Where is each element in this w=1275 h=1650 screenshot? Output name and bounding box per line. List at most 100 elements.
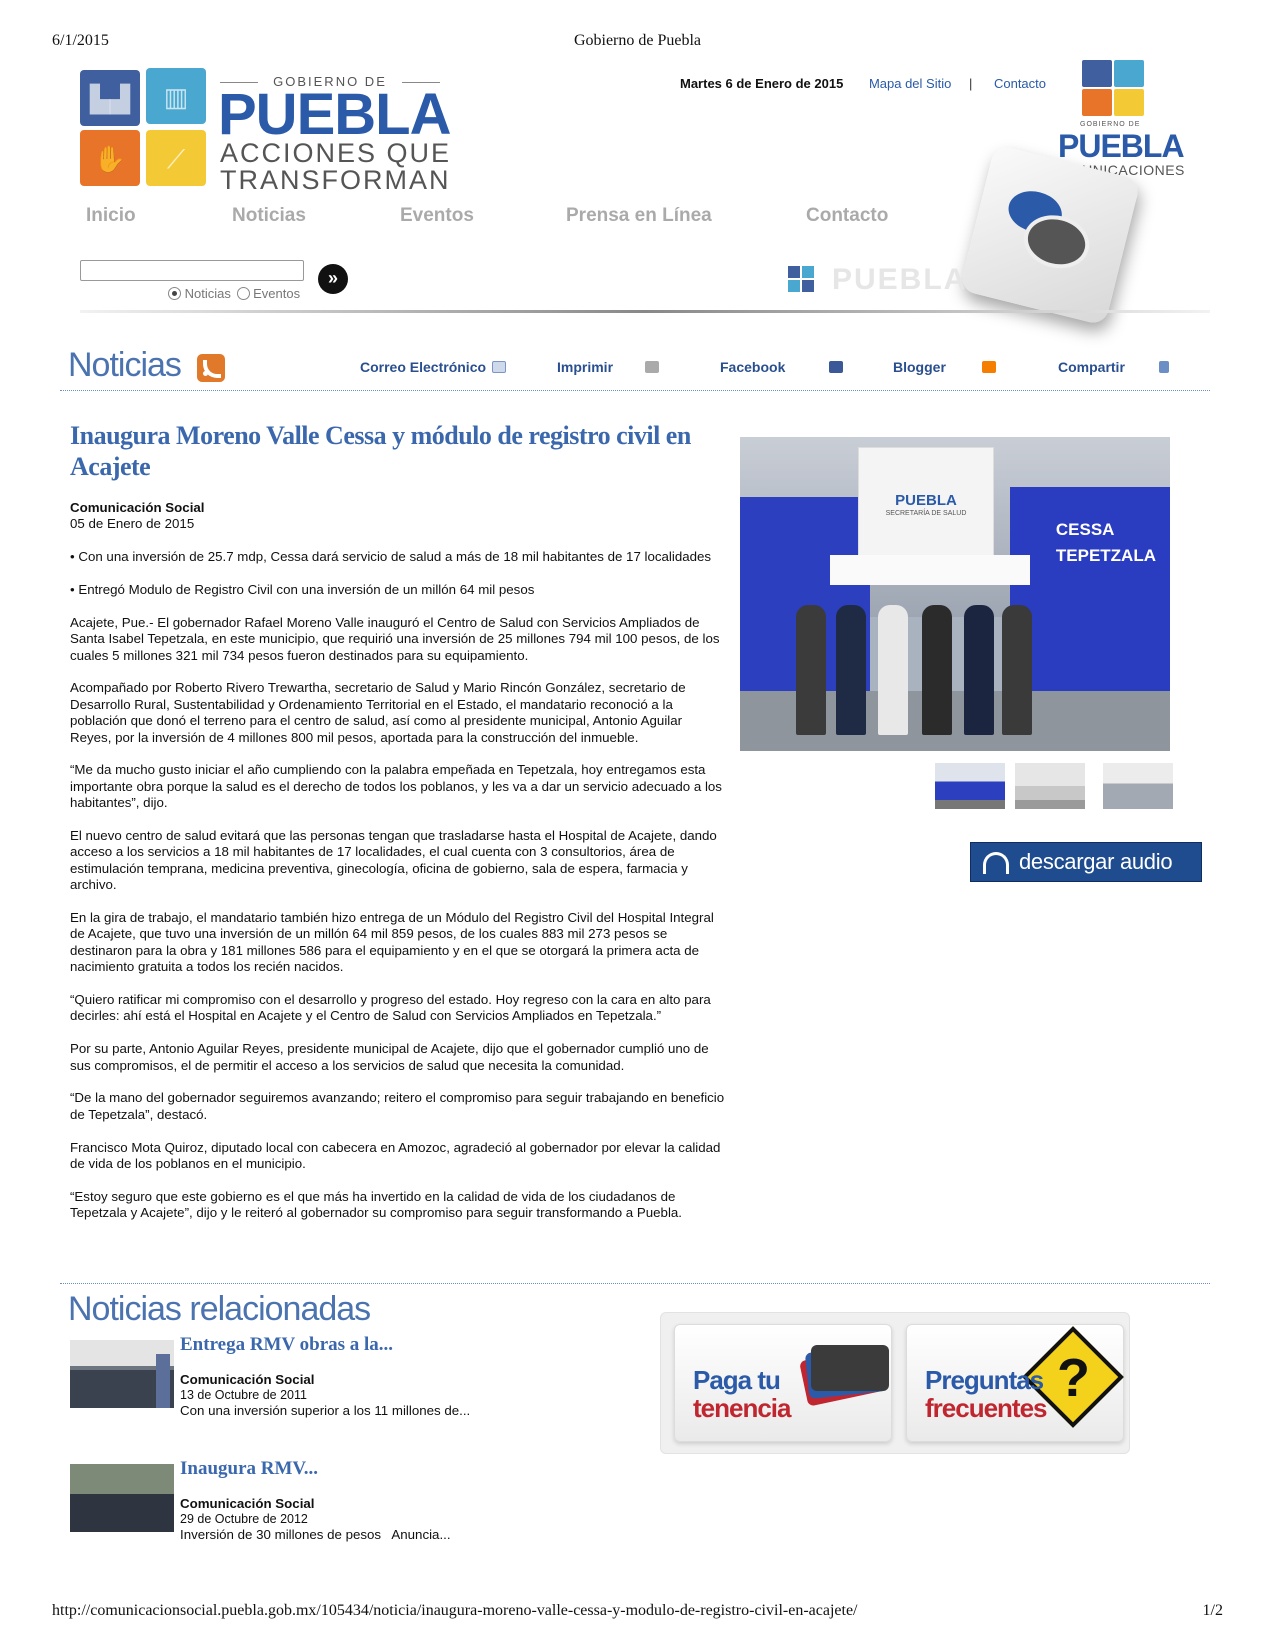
logo-name: PUEBLA <box>218 82 451 147</box>
nav-noticias[interactable]: Noticias <box>232 205 306 227</box>
search-scope: Noticias Eventos <box>168 286 300 301</box>
share-compartir[interactable]: Compartir <box>1058 359 1169 375</box>
headphones-icon <box>983 852 1009 874</box>
faq-line-1: Preguntas <box>925 1365 1044 1395</box>
related-item-summary: Con una inversión superior a los 11 mill… <box>180 1403 471 1418</box>
article-paragraph: Acajete, Pue.- El gobernador Rafael More… <box>70 614 720 663</box>
building-icon: ▥ <box>146 68 206 124</box>
thumbnail-3[interactable] <box>1103 763 1173 809</box>
share-icon <box>1158 361 1169 373</box>
search-input[interactable] <box>80 260 304 281</box>
print-title: Gobierno de Puebla <box>573 32 702 49</box>
share-blogger[interactable]: Blogger <box>893 359 996 375</box>
search-go-button[interactable]: » <box>318 264 348 294</box>
related-divider <box>60 1283 1210 1284</box>
question-mark-icon: ? <box>1057 1348 1090 1408</box>
tenencia-line-1: Paga tu <box>693 1365 781 1395</box>
top-bar: Martes 6 de Enero de 2015 Mapa del Sitio… <box>680 76 1046 91</box>
sitemap-link[interactable]: Mapa del Sitio <box>869 76 951 91</box>
nav-inicio[interactable]: Inicio <box>86 205 136 227</box>
section-title: Noticias <box>68 346 182 384</box>
print-footer: http://comunicacionsocial.puebla.gob.mx/… <box>52 1602 1223 1624</box>
article-paragraph: Por su parte, Antonio Aguilar Reyes, pre… <box>70 1041 709 1073</box>
logo-cube-icon <box>1082 60 1112 87</box>
article-date: 05 de Enero de 2015 <box>70 516 195 532</box>
share-email[interactable]: Correo Electrónico <box>360 359 507 375</box>
photo-sign-brand: PUEBLA <box>895 492 957 509</box>
nav-contacto[interactable]: Contacto <box>806 205 888 227</box>
photo-sign: PUEBLA SECRETARÍA DE SALUD <box>858 447 994 559</box>
tenencia-banner[interactable]: Paga tu tenencia <box>674 1324 892 1442</box>
related-thumbnail[interactable] <box>70 1464 174 1532</box>
nav-eventos[interactable]: Eventos <box>400 205 474 227</box>
article-paragraph: “De la mano del gobernador seguiremos av… <box>70 1090 725 1122</box>
related-item-date: 13 de Octubre de 2011 <box>180 1388 307 1402</box>
rss-icon[interactable] <box>197 354 225 382</box>
share-blogger-label: Blogger <box>893 359 946 375</box>
main-nav: Inicio Noticias Eventos Prensa en Línea … <box>86 205 906 231</box>
related-item-title[interactable]: Entrega RMV obras a la... <box>180 1334 393 1356</box>
radio-noticias-label: Noticias <box>184 286 231 301</box>
related-item-author: Comunicación Social <box>180 1372 315 1387</box>
related-item-summary: Inversión de 30 millones de pesos Anunci… <box>180 1527 451 1542</box>
related-item[interactable]: Entrega RMV obras a la... Comunicación S… <box>70 1334 630 1444</box>
share-print-label: Imprimir <box>557 359 614 375</box>
nav-prensa[interactable]: Prensa en Línea <box>566 205 712 227</box>
article-paragraph: Acompañado por Roberto Rivero Trewartha,… <box>70 680 686 745</box>
article-paragraph: El nuevo centro de salud evitará que las… <box>70 828 717 893</box>
related-title: Noticias relacionadas <box>68 1290 371 1328</box>
topbar-separator: | <box>968 76 973 91</box>
logo-cube-icon <box>1082 89 1112 116</box>
print-url: http://comunicacionsocial.puebla.gob.mx/… <box>52 1602 858 1619</box>
faq-banner[interactable]: ? Preguntas frecuentes <box>906 1324 1124 1442</box>
puebla-logo[interactable]: ▙▟ ▥ ✋ ⟋ GOBIERNO DE PUEBLA ACCIONES QUE… <box>80 68 460 194</box>
photo-building-line-2: TEPETZALA <box>1055 546 1156 565</box>
related-item-date: 29 de Octubre de 2012 <box>180 1512 308 1526</box>
tenencia-line-2: tenencia <box>693 1393 791 1423</box>
radio-eventos[interactable] <box>236 287 250 300</box>
share-compartir-label: Compartir <box>1058 359 1125 375</box>
share-facebook[interactable]: Facebook <box>720 359 844 375</box>
watermark-text: PUEBLA <box>832 263 968 296</box>
logo-slogan: ACCIONES QUE TRANSFORMAN <box>220 140 451 194</box>
envelope-icon <box>492 361 507 373</box>
photo-building-line-1: CESSA <box>1055 520 1115 539</box>
article-paragraph: “Me da mucho gusto iniciar el año cumpli… <box>70 762 722 811</box>
radio-eventos-label: Eventos <box>253 286 301 301</box>
thumbnail-1[interactable] <box>935 763 1005 809</box>
radio-noticias[interactable] <box>168 287 181 300</box>
factory-icon: ▙▟ <box>80 70 140 126</box>
slogan-line-1: ACCIONES QUE <box>220 138 452 168</box>
article-photo[interactable]: PUEBLA SECRETARÍA DE SALUD CESSA TEPETZA… <box>740 437 1170 751</box>
current-date: Martes 6 de Enero de 2015 <box>680 76 844 91</box>
facebook-icon <box>829 361 844 373</box>
print-header: 6/1/2015 Gobierno de Puebla <box>52 32 1223 54</box>
share-print[interactable]: Imprimir <box>557 359 660 375</box>
photo-thumbnails <box>935 763 1175 809</box>
related-item-author: Comunicación Social <box>180 1496 315 1511</box>
credit-cards-icon <box>799 1345 889 1407</box>
download-audio-label: descargar audio <box>1019 849 1173 874</box>
article-headline: Inaugura Moreno Valle Cessa y módulo de … <box>70 421 691 481</box>
article-paragraph: “Estoy seguro que este gobierno es el qu… <box>70 1188 682 1221</box>
arrows-icon: ⟋ <box>146 130 206 186</box>
photo-building-label: CESSA TEPETZALA <box>1056 517 1156 569</box>
contact-link[interactable]: Contacto <box>994 76 1046 91</box>
article-paragraph: • Entregó Modulo de Registro Civil con u… <box>70 582 535 597</box>
print-page-number: 1/2 <box>1202 1602 1223 1619</box>
section-divider <box>60 390 1210 391</box>
thumbnail-2[interactable] <box>1015 763 1085 809</box>
logo-cube-icon <box>1114 89 1144 116</box>
download-audio-button[interactable]: descargar audio <box>970 842 1202 882</box>
hand-icon: ✋ <box>80 130 140 186</box>
article-body: Comunicación Social 05 de Enero de 2015 … <box>70 500 725 1238</box>
com-logo-gobierno-de: GOBIERNO DE <box>1080 121 1141 128</box>
related-thumbnail[interactable] <box>70 1340 174 1408</box>
blogger-icon <box>981 361 996 373</box>
article-author: Comunicación Social <box>70 500 205 515</box>
com-logo-name: PUEBLA <box>1058 128 1185 164</box>
related-item[interactable]: Inaugura RMV... Comunicación Social 29 d… <box>70 1458 630 1568</box>
related-item-title[interactable]: Inaugura RMV... <box>180 1458 318 1480</box>
article-paragraph: Francisco Mota Quiroz, diputado local co… <box>70 1139 721 1172</box>
article-paragraph: En la gira de trabajo, el mandatario tam… <box>70 910 714 975</box>
